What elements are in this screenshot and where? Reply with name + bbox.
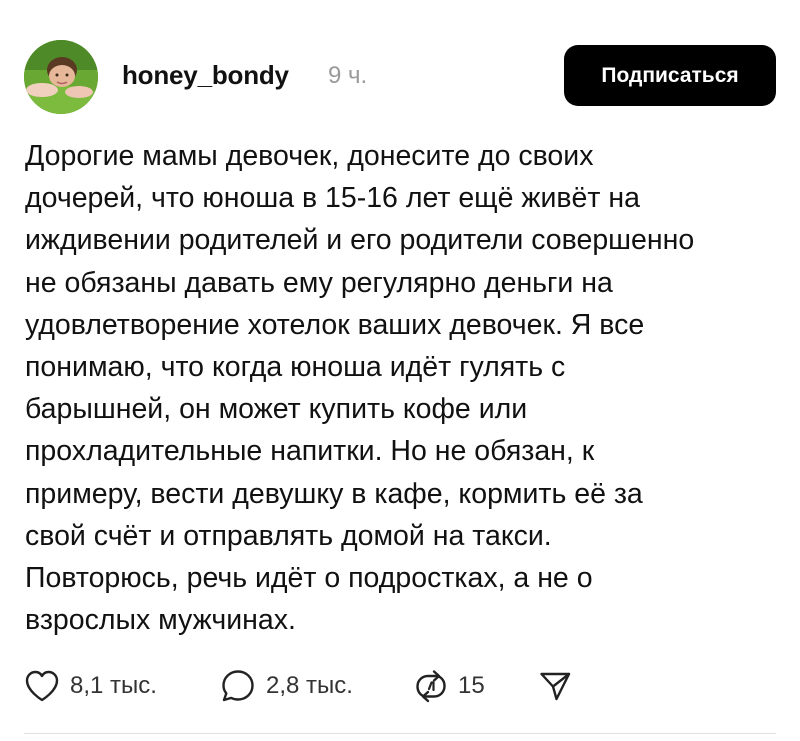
share-button[interactable]	[538, 666, 572, 706]
comment-count: 2,8 тыс.	[266, 672, 353, 699]
like-count: 8,1 тыс.	[70, 672, 157, 699]
send-icon	[538, 669, 572, 703]
post-card: honey_bondy 9 ч. Подписаться Дорогие мам…	[0, 0, 800, 741]
post-text-line: удовлетворение хотелок ваших девочек. Я …	[25, 308, 645, 341]
comment-bubble-icon	[220, 668, 256, 704]
post-text-line: примеру, вести девушку в кафе, кормить е…	[25, 477, 643, 510]
repost-icon	[414, 668, 448, 704]
post-text-line: взрослых мужчинах.	[25, 604, 296, 637]
divider	[24, 733, 776, 734]
repost-count: 15	[458, 672, 485, 699]
post-text-line: прохладительные напитки. Но не обязан, к	[25, 435, 595, 468]
like-button[interactable]: 8,1 тыс.	[24, 666, 157, 706]
repost-button[interactable]: 15	[414, 666, 485, 706]
post-text-line: свой счёт и отправлять домой на такси.	[25, 519, 552, 552]
post-text-line: понимаю, что когда юноша идёт гулять с	[25, 351, 566, 384]
avatar[interactable]	[24, 40, 98, 114]
username[interactable]: honey_bondy	[122, 60, 289, 91]
comment-button[interactable]: 2,8 тыс.	[220, 666, 353, 706]
post-text-line: не обязаны давать ему регулярно деньги н…	[25, 266, 613, 299]
post-text-line: Дорогие мамы девочек, донесите до своих	[25, 140, 594, 172]
action-bar: 8,1 тыс. 2,8 тыс. 15	[24, 666, 624, 706]
post-text-line: барышней, он может купить кофе или	[25, 393, 528, 426]
heart-icon	[24, 669, 60, 703]
timestamp: 9 ч.	[328, 62, 368, 89]
avatar-photo	[24, 40, 98, 114]
post-text-line: иждивении родителей и его родители совер…	[25, 224, 695, 257]
post-text-line: Повторюсь, речь идёт о подростках, а не …	[25, 562, 593, 595]
follow-button[interactable]: Подписаться	[564, 45, 776, 106]
post-text: Дорогие мамы девочек, донесите до своих …	[25, 135, 790, 641]
post-text-line: дочерей, что юноша в 15-16 лет ещё живёт…	[25, 182, 640, 215]
